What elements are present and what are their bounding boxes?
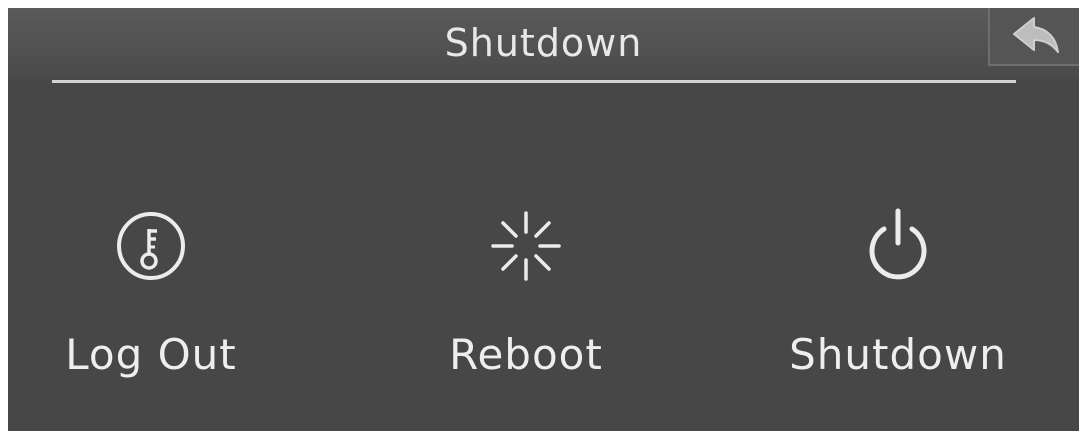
power-icon xyxy=(869,208,927,280)
dialog-title: Shutdown xyxy=(444,21,643,65)
reboot-label: Reboot xyxy=(449,330,603,379)
log-out-icon-wrap xyxy=(11,203,291,293)
dialog-header: Shutdown xyxy=(8,8,1079,80)
shutdown-dialog: Shutdown Log Out Reboot Shutdown xyxy=(8,8,1079,431)
log-out-label: Log Out xyxy=(65,330,237,379)
shutdown-label: Shutdown xyxy=(789,330,1007,379)
header-divider xyxy=(52,80,1016,83)
back-arrow-icon xyxy=(1013,17,1059,53)
reboot-icon-wrap xyxy=(386,203,666,293)
shutdown-button[interactable]: Shutdown xyxy=(758,203,1038,393)
back-button[interactable] xyxy=(988,8,1079,66)
key-icon xyxy=(117,212,185,280)
reboot-spinner-icon xyxy=(491,211,561,281)
reboot-button[interactable]: Reboot xyxy=(386,203,666,393)
log-out-button[interactable]: Log Out xyxy=(11,203,291,393)
shutdown-icon-wrap xyxy=(758,203,1038,293)
